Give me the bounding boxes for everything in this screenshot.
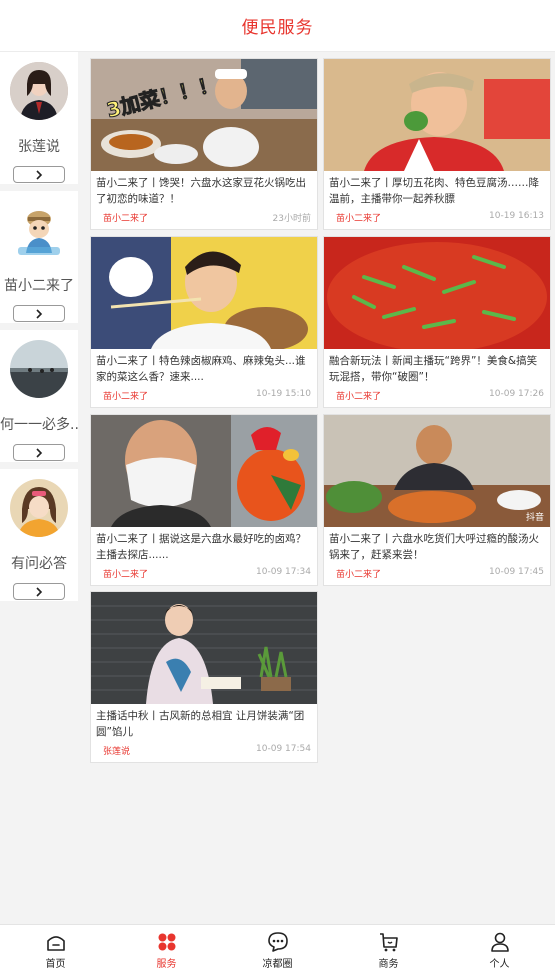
video-author: 苗小二来了 bbox=[103, 570, 149, 580]
author-name: 有问必答 bbox=[11, 556, 67, 572]
video-author: 苗小二来了 bbox=[336, 570, 382, 580]
video-thumbnail bbox=[91, 237, 317, 349]
video-time: 10-09 17:26 bbox=[489, 389, 544, 399]
author-item[interactable]: 张莲说 bbox=[0, 52, 78, 184]
video-thumbnail bbox=[324, 59, 550, 171]
tab-label: 商务 bbox=[378, 958, 399, 970]
tab-profile[interactable]: 个人 bbox=[444, 925, 555, 975]
tab-business[interactable]: 商务 bbox=[333, 925, 444, 975]
header-bar: 便民服务 bbox=[0, 0, 555, 52]
video-time: 10-09 17:54 bbox=[256, 744, 311, 754]
video-thumbnail: 3加菜！！！ bbox=[91, 59, 317, 171]
author-open-button[interactable] bbox=[13, 444, 65, 461]
video-grid: 3加菜！！！ 苗小二来了丨馋哭！六盘水这家豆花火锅吃出了初恋的味道？！ 苗小二来… bbox=[84, 52, 555, 924]
author-item[interactable]: 有问必答 bbox=[0, 469, 78, 601]
author-sidebar: 张莲说 苗小二来了 何一一必多... 有问必答 bbox=[0, 52, 84, 924]
video-time: 23小时前 bbox=[272, 214, 311, 224]
video-time: 10-19 16:13 bbox=[489, 211, 544, 221]
video-time: 10-09 17:45 bbox=[489, 567, 544, 577]
author-item[interactable]: 苗小二来了 bbox=[0, 191, 78, 323]
author-name: 张莲说 bbox=[18, 139, 60, 155]
video-title: 苗小二来了丨六盘水吃货们大呼过瘾的酸汤火锅来了，赶紧来尝！ bbox=[329, 533, 539, 561]
chat-bubble-icon bbox=[267, 931, 288, 952]
video-time: 10-19 15:10 bbox=[256, 389, 311, 399]
video-card[interactable]: 苗小二来了丨据说这是六盘水最好吃的卤鸡？主播去探店...... 苗小二来了 10… bbox=[90, 414, 318, 586]
home-icon bbox=[46, 935, 65, 951]
video-author: 苗小二来了 bbox=[336, 214, 382, 224]
video-title: 苗小二来了丨厚切五花肉、特色豆腐汤……降温前，主播带你一起养秋膘 bbox=[329, 177, 539, 205]
video-thumbnail bbox=[91, 592, 317, 704]
video-card[interactable]: 抖音 苗小二来了丨六盘水吃货们大呼过瘾的酸汤火锅来了，赶紧来尝！ 苗小二来了 1… bbox=[323, 414, 551, 586]
tab-services[interactable]: 服务 bbox=[111, 925, 222, 975]
tab-label: 服务 bbox=[156, 958, 177, 970]
tab-label: 凉都圈 bbox=[262, 958, 293, 970]
video-card[interactable]: 主播话中秋丨古风新的总相宜 让月饼装满“团圆”馅儿 张莲说 10-09 17:5… bbox=[90, 591, 318, 763]
video-author: 张莲说 bbox=[103, 747, 131, 757]
video-thumbnail bbox=[91, 415, 317, 527]
tab-label: 首页 bbox=[45, 958, 66, 970]
video-time: 10-09 17:34 bbox=[256, 567, 311, 577]
author-name: 何一一必多... bbox=[0, 417, 78, 433]
user-icon bbox=[490, 932, 509, 952]
author-avatar bbox=[10, 62, 68, 120]
shopping-cart-icon bbox=[379, 932, 398, 951]
video-author: 苗小二来了 bbox=[103, 392, 149, 402]
chevron-right-icon bbox=[36, 586, 43, 597]
author-avatar bbox=[10, 340, 68, 398]
video-author: 苗小二来了 bbox=[103, 214, 149, 224]
chevron-right-icon bbox=[36, 169, 43, 180]
watermark-text: 抖音 bbox=[525, 513, 544, 523]
video-title: 融合新玩法丨新闻主播玩“跨界”！美食&搞笑玩混搭，带你“破圈”！ bbox=[329, 355, 538, 383]
video-title: 苗小二来了丨馋哭！六盘水这家豆花火锅吃出了初恋的味道？！ bbox=[96, 177, 306, 205]
tab-home[interactable]: 首页 bbox=[0, 925, 111, 975]
video-title: 苗小二来了丨据说这是六盘水最好吃的卤鸡？主播去探店...... bbox=[96, 533, 306, 561]
author-open-button[interactable] bbox=[13, 305, 65, 322]
tab-label: 个人 bbox=[489, 958, 510, 970]
bottom-tab-bar: 首页 服务 凉都圈 商务 个人 bbox=[0, 924, 555, 975]
author-avatar bbox=[10, 479, 68, 537]
video-title: 苗小二来了丨特色辣卤椒麻鸡、麻辣兔头...谁家的菜这么香？速来.... bbox=[96, 355, 306, 383]
author-name: 苗小二来了 bbox=[4, 278, 74, 294]
video-author: 苗小二来了 bbox=[336, 392, 382, 402]
chevron-right-icon bbox=[36, 447, 43, 458]
video-card[interactable]: 3加菜！！！ 苗小二来了丨馋哭！六盘水这家豆花火锅吃出了初恋的味道？！ 苗小二来… bbox=[90, 58, 318, 230]
author-avatar bbox=[10, 201, 68, 259]
tab-community[interactable]: 凉都圈 bbox=[222, 925, 333, 975]
video-card[interactable]: 苗小二来了丨厚切五花肉、特色豆腐汤……降温前，主播带你一起养秋膘 苗小二来了 1… bbox=[323, 58, 551, 230]
video-thumbnail: 抖音 bbox=[324, 415, 550, 527]
page-title: 便民服务 bbox=[241, 18, 314, 38]
author-open-button[interactable] bbox=[13, 166, 65, 183]
video-card[interactable]: 苗小二来了丨特色辣卤椒麻鸡、麻辣兔头...谁家的菜这么香？速来.... 苗小二来… bbox=[90, 236, 318, 408]
author-open-button[interactable] bbox=[13, 583, 65, 600]
author-item[interactable]: 何一一必多... bbox=[0, 330, 78, 462]
grid-icon bbox=[158, 933, 175, 950]
chevron-right-icon bbox=[36, 308, 43, 319]
video-thumbnail bbox=[324, 237, 550, 349]
video-card[interactable]: 融合新玩法丨新闻主播玩“跨界”！美食&搞笑玩混搭，带你“破圈”！ 苗小二来了 1… bbox=[323, 236, 551, 408]
video-title: 主播话中秋丨古风新的总相宜 让月饼装满“团圆”馅儿 bbox=[96, 710, 305, 738]
